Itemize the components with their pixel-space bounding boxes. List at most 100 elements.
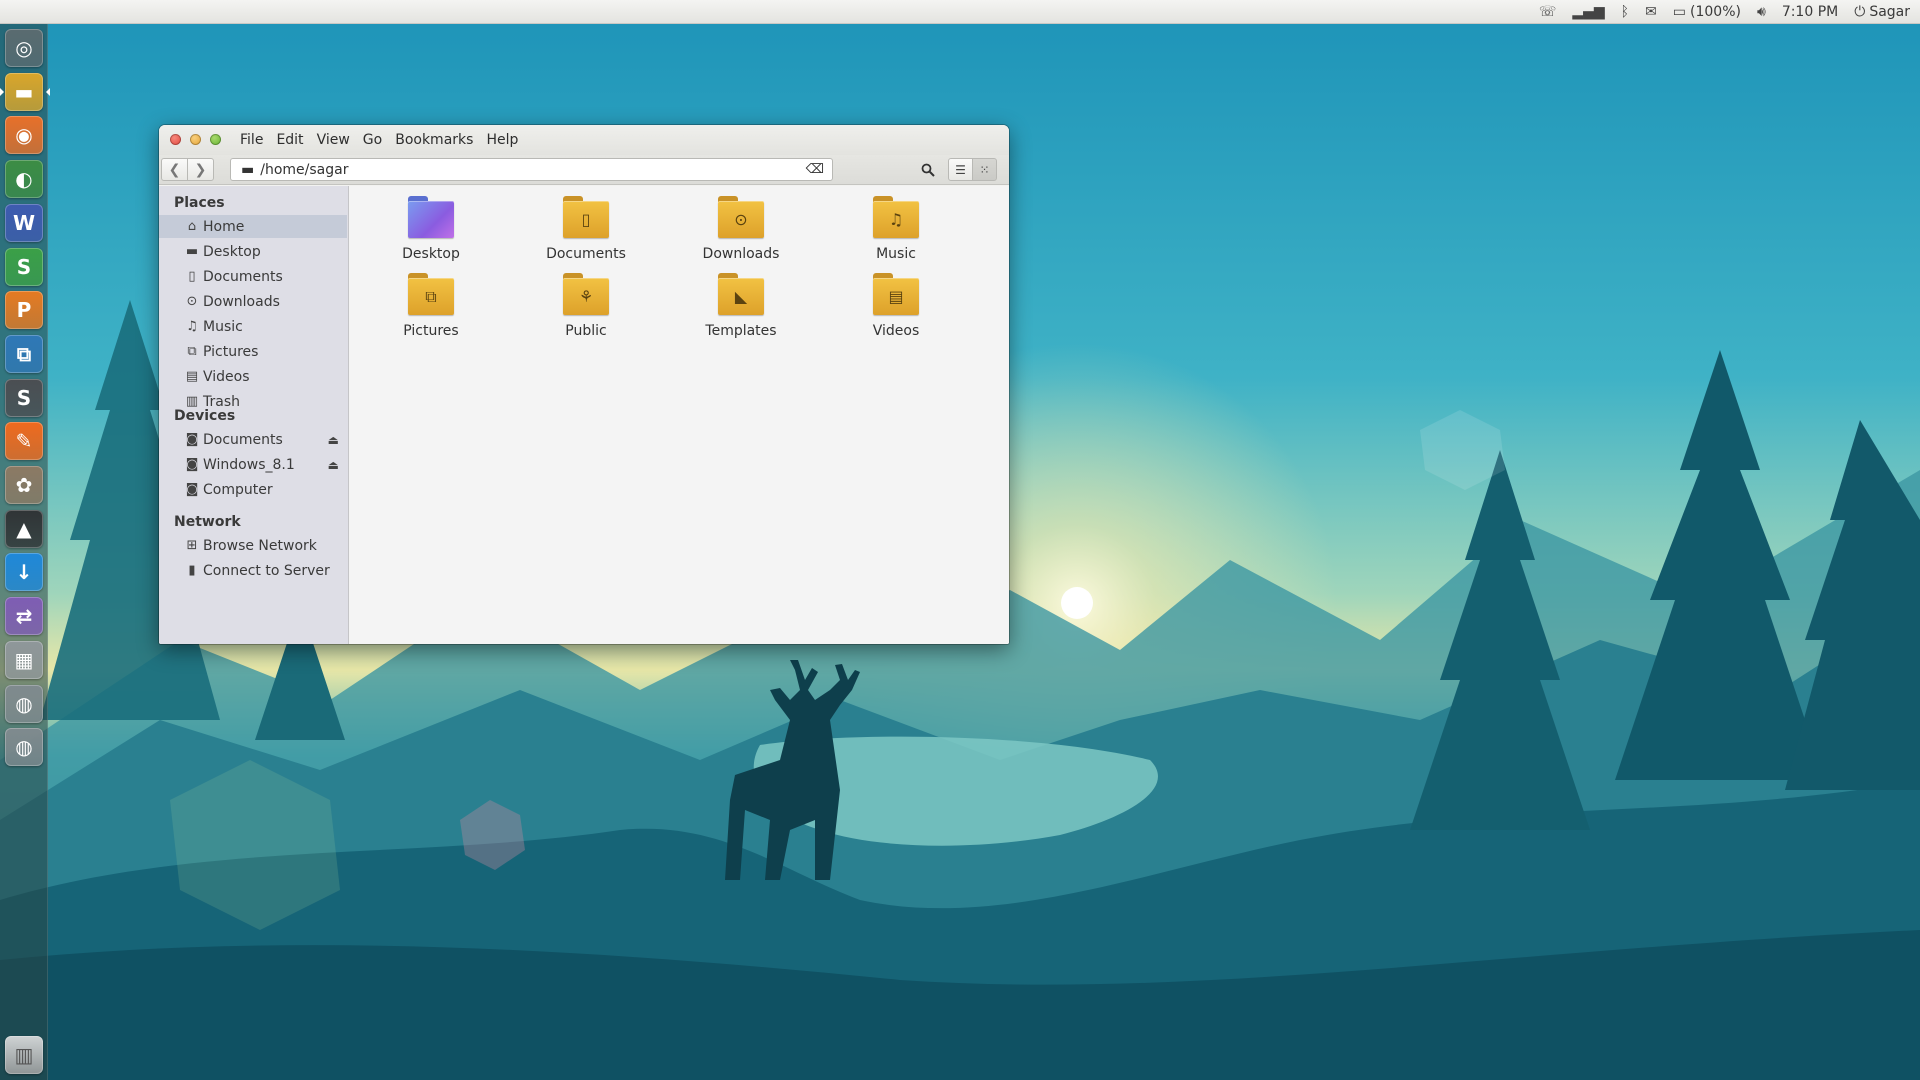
documents-folder-icon: ▯ bbox=[563, 196, 609, 238]
sidebar-item-pictures[interactable]: ⧉ Pictures bbox=[159, 340, 347, 363]
sidebar-item-label: Windows_8.1 bbox=[203, 456, 295, 473]
file-view[interactable]: Desktop ▯ Documents ⊙ Downloads ♫ Music ⧉ Pictur… bbox=[349, 186, 1009, 644]
network-heading: Network bbox=[174, 514, 241, 530]
menu-view[interactable]: View bbox=[316, 130, 351, 150]
grid-view-button[interactable]: ⁙ bbox=[972, 158, 997, 181]
presentation-icon: P bbox=[16, 298, 32, 323]
sidebar-device-computer[interactable]: ◙ Computer bbox=[159, 478, 347, 501]
chrome-icon: ◐ bbox=[15, 167, 33, 192]
launcher-presentation[interactable]: P bbox=[5, 291, 43, 330]
launcher-drive[interactable]: ◍ bbox=[5, 684, 43, 723]
sidebar-item-label: Documents bbox=[203, 268, 283, 285]
folder-item-videos[interactable]: ▤ Videos bbox=[831, 273, 961, 349]
sidebar-item-music[interactable]: ♫ Music bbox=[159, 315, 347, 338]
inkscape-icon: ▲ bbox=[16, 516, 32, 541]
menu-go[interactable]: Go bbox=[362, 130, 383, 150]
phone-indicator[interactable]: ☏ bbox=[1539, 4, 1557, 20]
folder-item-desktop[interactable]: Desktop bbox=[366, 196, 496, 272]
desktop-folder-icon bbox=[408, 196, 454, 238]
sidebar-item-videos[interactable]: ▤ Videos bbox=[159, 365, 347, 388]
eject-icon[interactable]: ⏏ bbox=[328, 458, 339, 472]
screenshot-app-icon: ⧉ bbox=[16, 341, 32, 366]
workspace-switcher-icon: ▦ bbox=[14, 647, 34, 672]
launcher-spreadsheet[interactable]: S bbox=[5, 247, 43, 286]
network-indicator[interactable]: ▂▄▆ bbox=[1572, 4, 1604, 20]
location-path[interactable]: /home/sagar bbox=[260, 162, 805, 178]
location-bar[interactable]: ▬ /home/sagar ⌫ bbox=[230, 158, 833, 181]
network-icon: ⊞ bbox=[186, 538, 198, 553]
sidebar-item-label: Browse Network bbox=[203, 537, 317, 554]
drive-icon: ◍ bbox=[15, 691, 33, 716]
clock[interactable]: 7:10 PM bbox=[1782, 4, 1838, 20]
sidebar-network-browse-network[interactable]: ⊞ Browse Network bbox=[159, 534, 347, 557]
menu-edit[interactable]: Edit bbox=[275, 130, 304, 150]
mail-indicator[interactable]: ✉ bbox=[1645, 4, 1657, 20]
launcher-orange-app[interactable]: ✎ bbox=[5, 422, 43, 461]
launcher-inkscape[interactable]: ▲ bbox=[5, 509, 43, 548]
launcher-drive-icon-2[interactable]: ◍ bbox=[5, 728, 43, 767]
home-icon: ⌂ bbox=[187, 219, 197, 234]
sidebar-item-desktop[interactable]: ▬ Desktop bbox=[159, 240, 347, 263]
session-menu[interactable]: ⏻ Sagar bbox=[1854, 4, 1910, 20]
battery-indicator[interactable]: ▭ (100%) bbox=[1673, 4, 1741, 20]
launcher-files[interactable]: ▬ bbox=[0, 72, 50, 111]
menu-file[interactable]: File bbox=[239, 130, 264, 150]
mail-icon: ✉ bbox=[1645, 3, 1657, 20]
launcher-download-manager[interactable]: ↓ bbox=[5, 553, 43, 592]
desktop-folder-icon: ▬ bbox=[185, 244, 199, 259]
list-view-button[interactable]: ☰ bbox=[948, 158, 973, 181]
folder-item-music[interactable]: ♫ Music bbox=[831, 196, 961, 272]
eject-icon[interactable]: ⏏ bbox=[328, 433, 339, 447]
sidebar-item-downloads[interactable]: ⊙ Downloads bbox=[159, 290, 347, 313]
speaker-icon: 🔊︎ bbox=[1756, 3, 1766, 20]
clear-location-icon[interactable]: ⌫ bbox=[806, 162, 824, 177]
menu-help[interactable]: Help bbox=[485, 130, 519, 150]
sound-indicator[interactable]: 🔊︎ bbox=[1757, 4, 1766, 20]
launcher-workspace-switcher[interactable]: ▦ bbox=[5, 640, 43, 679]
document-icon: ▯ bbox=[188, 269, 196, 284]
folder-item-downloads[interactable]: ⊙ Downloads bbox=[676, 196, 806, 272]
videos-folder-icon: ▤ bbox=[873, 273, 919, 315]
launcher-ubuntu-dash[interactable]: ◎ bbox=[5, 29, 43, 67]
sidebar-item-label: Documents bbox=[203, 431, 283, 448]
chevron-left-icon: ❮ bbox=[168, 161, 181, 178]
launcher-trash[interactable]: ▥ bbox=[5, 1036, 43, 1074]
power-icon: ⏻ bbox=[1854, 3, 1866, 20]
grid-icon: ⁙ bbox=[979, 162, 990, 177]
close-window-button[interactable] bbox=[170, 134, 181, 145]
orange-app-icon: ✎ bbox=[15, 429, 33, 454]
search-button[interactable] bbox=[917, 160, 939, 180]
server-icon: ▮ bbox=[188, 563, 196, 578]
minimize-window-button[interactable] bbox=[190, 134, 201, 145]
launcher-screenshot-app[interactable]: ⧉ bbox=[5, 334, 43, 373]
launcher-chrome[interactable]: ◐ bbox=[5, 160, 43, 199]
sidebar-item-label: Pictures bbox=[203, 343, 259, 360]
folder-item-pictures[interactable]: ⧉ Pictures bbox=[366, 273, 496, 349]
forward-button[interactable]: ❯ bbox=[187, 158, 214, 181]
sidebar-device-windows-8-1[interactable]: ◙ Windows_8.1 ⏏ bbox=[159, 453, 347, 476]
menu-bookmarks[interactable]: Bookmarks bbox=[394, 130, 474, 150]
writer-icon: W bbox=[12, 210, 36, 235]
folder-item-public[interactable]: ⚘ Public bbox=[521, 273, 651, 349]
download-icon: ⊙ bbox=[186, 294, 198, 309]
ubuntu-dash-icon: ◎ bbox=[15, 36, 33, 60]
signal-icon: ▂▄▆ bbox=[1572, 3, 1605, 20]
maximize-window-button[interactable] bbox=[210, 134, 221, 145]
launcher-firefox[interactable]: ◉ bbox=[5, 116, 43, 155]
sidebar-item-home[interactable]: ⌂ Home bbox=[159, 215, 347, 238]
sidebar-item-label: Videos bbox=[203, 368, 250, 385]
sidebar-network-connect-to-server[interactable]: ▮ Connect to Server bbox=[159, 559, 347, 582]
downloads-folder-icon: ⊙ bbox=[718, 196, 764, 238]
folder-item-documents[interactable]: ▯ Documents bbox=[521, 196, 651, 272]
back-button[interactable]: ❮ bbox=[161, 158, 188, 181]
folder-item-templates[interactable]: ◣ Templates bbox=[676, 273, 806, 349]
battery-percent: (100%) bbox=[1690, 3, 1741, 20]
launcher-sublime-text[interactable]: S bbox=[5, 378, 43, 417]
sublime-text-icon: S bbox=[16, 385, 32, 410]
bluetooth-indicator[interactable]: ᛒ bbox=[1621, 4, 1629, 20]
launcher-gimp[interactable]: ✿ bbox=[5, 466, 43, 504]
sidebar-device-documents[interactable]: ◙ Documents ⏏ bbox=[159, 428, 347, 451]
launcher-settings-toggle[interactable]: ⇄ bbox=[5, 597, 43, 636]
sidebar-item-documents[interactable]: ▯ Documents bbox=[159, 265, 347, 288]
launcher-writer[interactable]: W bbox=[5, 203, 43, 242]
